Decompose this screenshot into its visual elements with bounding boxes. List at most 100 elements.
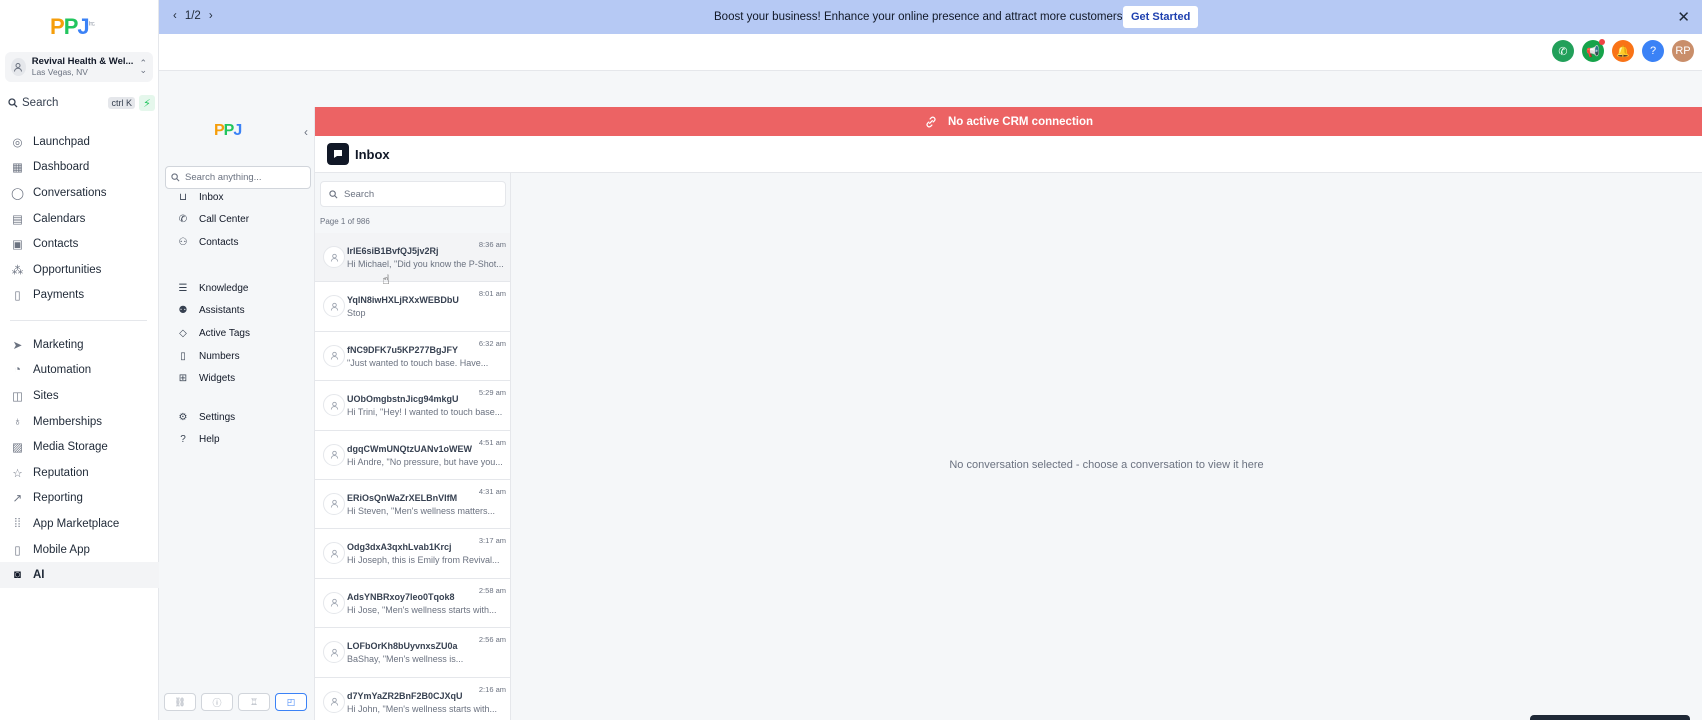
nav-item-calendars[interactable]: ▤ Calendars [0,206,159,232]
sidebar-item-inbox[interactable]: ⊔ Inbox [159,186,315,209]
phone-call-icon[interactable]: ✆ [1552,40,1574,62]
help-circle-icon: ? [180,434,186,446]
conversation-contact-name: fNC9DFK7u5KP277BgJFY [347,344,459,355]
conversation-list: Search Page 1 of 986 IrlE6siB1BvfQJ5jv2R… [315,173,511,720]
collapse-sidebar-icon[interactable]: ‹ [304,125,308,139]
quick-actions-bolt-icon[interactable]: ⚡ [139,95,155,111]
nav-item-launchpad[interactable]: ◎ Launchpad [0,129,159,155]
contact-avatar-icon [323,443,345,466]
search-label: Search [22,97,59,109]
conversation-row[interactable]: YqlN8iwHXLjRXxWEBDbU Stop 8:01 am [315,282,510,332]
dashboard-icon: ▦ [12,162,23,175]
megaphone-icon[interactable]: 📢 [1582,39,1605,62]
location-switcher[interactable]: Revival Health & Wel... Las Vegas, NV ⌃ ⌄ [5,52,153,82]
app-sidebar: PPJInc. Revival Health & Wel... Las Vega… [0,0,159,720]
crm-warning-text: No active CRM connection [947,115,1094,128]
sidebar-item-settings[interactable]: ⚙ Settings [159,406,315,429]
sidebar-item-help[interactable]: ? Help [159,429,315,452]
conversation-time: 8:01 am [478,289,506,299]
nav-item-media-storage[interactable]: ▨ Media Storage [0,434,159,460]
nav-item-dashboard[interactable]: ▦ Dashboard [0,155,159,181]
mouse-cursor-icon: ☝ [382,272,390,287]
sidebar-item-active-tags[interactable]: ◇ Active Tags [159,322,315,345]
conversation-time: 6:32 am [478,338,506,348]
notifications-bell-icon[interactable]: 🔔 [1612,40,1634,62]
conversation-contact-name: d7YmYaZR2BnF2B0CJXqU [347,690,463,701]
nav-item-contacts[interactable]: ▣ Contacts [0,231,159,257]
conversation-contact-name: ERiOsQnWaZrXELBnVIfM [347,492,458,503]
database-icon: ☰ [178,282,188,294]
nav-item-ai[interactable]: ◙ AI [0,562,159,588]
contact-avatar-icon [323,542,345,565]
empty-state-message: No conversation selected - choose a conv… [949,459,1264,471]
conversation-row[interactable]: UObOmgbstnJicg94mkgU Hi Trini, "Hey! I wa… [315,381,510,431]
conversation-time: 4:51 am [478,437,506,447]
user-plus-icon: ⚉ [178,305,188,317]
nav-item-automation[interactable]: ◔ Automation [0,358,159,384]
conversation-contact-name: YqlN8iwHXLjRXxWEBDbU [347,295,459,306]
promo-pager: ‹ 1/2 › [173,10,213,22]
conversation-preview: Hi Jose, "Men's wellness starts with... [347,604,497,615]
nav-item-conversations[interactable]: ◯ Conversations [0,180,159,206]
widgets-icon: ⊞ [178,373,188,385]
location-icon [11,58,26,76]
search-shortcut: ctrl K [108,97,135,109]
nav-item-memberships[interactable]: ♁ Memberships [0,409,159,435]
chevron-right-icon[interactable]: › [209,10,213,22]
conversation-row[interactable]: LOFbOrKh8bUyvnxsZU0a BaShay, "Men's welln… [315,628,510,678]
opportunities-icon: ⁂ [11,264,24,277]
launchpad-icon: ◎ [12,136,23,149]
sidebar-item-contacts[interactable]: ⚇ Contacts [159,231,315,254]
star-icon: ☆ [12,467,23,480]
nav-item-reporting[interactable]: ↗ Reporting [0,486,159,512]
trophy-icon[interactable]: ♖ [238,693,270,711]
sidebar-item-assistants[interactable]: ⚉ Assistants [159,300,315,323]
top-header: ✆ 📢 🔔 ? RP [159,34,1702,71]
contact-avatar-icon [323,641,345,664]
contact-avatar-icon [323,591,345,614]
nav-item-mobile-app[interactable]: ▯ Mobile App [0,537,159,563]
conversation-preview: Hi Steven, "Men's wellness matters... [347,505,495,516]
conversation-row[interactable]: AdsYNBRxoy7leo0Tqok8 Hi Jose, "Men's well… [315,578,510,629]
nav-item-payments[interactable]: ▯ Payments [0,283,159,309]
phone-icon: ▯ [14,544,21,557]
global-search[interactable]: Search ctrl K ⚡ [8,95,155,111]
conversation-row[interactable]: ERiOsQnWaZrXELBnVIfM Hi Steven, "Men's we… [315,479,510,530]
contact-avatar-icon [323,394,345,417]
link-icon[interactable]: ⛓ [164,693,196,711]
sidebar-item-knowledge[interactable]: ☰ Knowledge [159,277,315,300]
contact-avatar-icon [323,492,345,515]
sites-icon: ◫ [12,390,23,403]
promo-page-indicator: 1/2 [184,10,201,22]
nav-item-marketing[interactable]: ➤ Marketing [0,332,159,358]
info-icon[interactable]: ⓘ [201,693,233,711]
get-started-button[interactable]: Get Started [1123,6,1199,28]
conversation-row[interactable]: d7YmYaZR2BnF2B0CJXqU Hi John, "Men's well… [315,677,510,720]
image-icon: ▨ [12,442,23,455]
nav-item-app-marketplace[interactable]: ⁞⁞ App Marketplace [0,511,159,537]
chat-icon[interactable]: ◰ [275,693,307,711]
conversation-time: 2:58 am [478,585,506,595]
chevron-left-icon[interactable]: ‹ [173,10,177,22]
nav-item-opportunities[interactable]: ⁂ Opportunities [0,257,159,283]
user-avatar[interactable]: RP [1672,40,1694,62]
conversation-preview: Hi Andre, "No pressure, but have you... [347,456,503,467]
conversation-ai-sidebar: PPJ ‹ Search anything... ⊔ Inbox ✆ Call Ce… [159,107,315,720]
conversation-time: 2:56 am [478,635,506,645]
users-icon: ⚇ [178,236,188,248]
nav-item-reputation[interactable]: ☆ Reputation [0,460,159,486]
conversation-row[interactable]: fNC9DFK7u5KP277BgJFY "Just wanted to touc… [315,331,510,382]
conversation-time: 3:17 am [478,536,506,546]
sidebar-item-call-center[interactable]: ✆ Call Center [159,209,315,232]
close-icon[interactable]: ✕ [1677,8,1690,26]
conversation-row[interactable]: IrlE6siB1BvfQJ5jv2Rj Hi Michael, "Did you… [315,233,510,283]
conversation-row[interactable]: Odg3dxA3qxhLvab1Krcj Hi Joseph, this is E… [315,529,510,579]
conversation-row[interactable]: dgqCWmUNQtzUANv1oWEW Hi Andre, "No pressu… [315,430,510,480]
nav-item-sites[interactable]: ◫ Sites [0,383,159,409]
sidebar-item-widgets[interactable]: ⊞ Widgets [159,367,315,390]
sidebar-item-numbers[interactable]: ▯ Numbers [159,345,315,368]
bottom-widget-tab[interactable] [1530,715,1690,720]
conversation-search-input[interactable]: Search [320,181,506,207]
brand-logo[interactable]: PPJInc. [50,14,95,40]
help-icon[interactable]: ? [1642,40,1664,62]
